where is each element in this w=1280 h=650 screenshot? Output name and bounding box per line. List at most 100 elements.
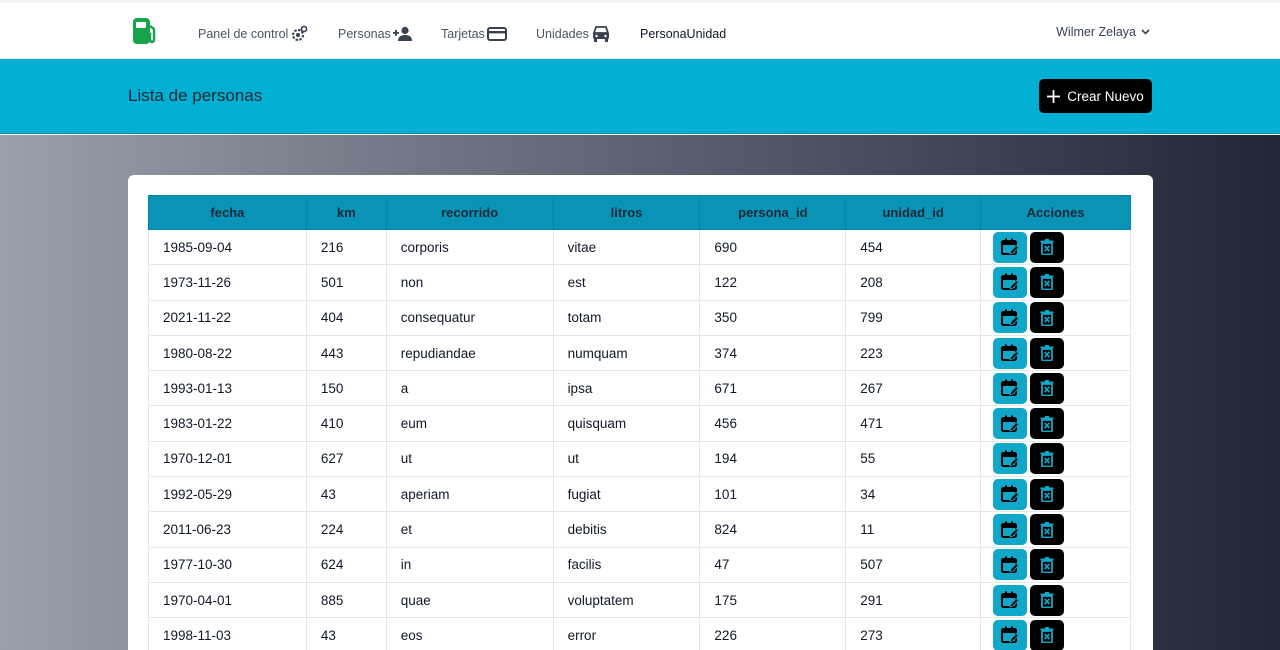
delete-button[interactable] <box>1030 408 1065 440</box>
column-header-km[interactable]: km <box>305 195 387 230</box>
delete-button[interactable] <box>1030 584 1065 616</box>
credit-card-icon <box>486 27 507 41</box>
edit-button[interactable] <box>993 408 1028 440</box>
edit-button[interactable] <box>993 584 1028 616</box>
cell-acciones <box>980 299 1131 336</box>
delete-button[interactable] <box>1030 337 1065 369</box>
cell-persona-id: 456 <box>699 405 847 442</box>
delete-button[interactable] <box>1030 478 1065 510</box>
cell-persona-id: 374 <box>699 334 847 372</box>
edit-button[interactable] <box>993 302 1028 334</box>
cell-acciones <box>980 617 1131 650</box>
edit-button[interactable] <box>993 443 1028 475</box>
table-header-row: fecha km recorrido litros persona_id uni… <box>148 195 1131 230</box>
cell-persona-id: 47 <box>699 546 847 583</box>
column-header-persona-id[interactable]: persona_id <box>699 195 847 230</box>
nav-item-tarjetas[interactable]: Tarjetas <box>441 23 507 45</box>
cell-persona-id: 690 <box>699 228 847 266</box>
cell-litros: ut <box>552 440 701 478</box>
cell-unidad-id: 208 <box>845 264 982 301</box>
cell-recorrido: quae <box>385 581 554 619</box>
cell-persona-id: 101 <box>699 476 847 513</box>
cell-recorrido: eos <box>385 617 554 650</box>
cell-unidad-id: 34 <box>845 476 982 513</box>
table-row: 1970-04-01 885 quae voluptatem 175 291 <box>148 581 1131 619</box>
delete-button[interactable] <box>1030 514 1065 546</box>
nav-item-personas[interactable]: Personas <box>338 23 413 45</box>
cell-litros: debitis <box>552 511 701 548</box>
nav-item-unidades[interactable]: Unidades <box>536 23 611 45</box>
cell-recorrido: corporis <box>385 228 554 266</box>
column-header-fecha[interactable]: fecha <box>148 195 307 230</box>
trash-icon <box>1040 345 1054 362</box>
cell-acciones <box>980 405 1131 442</box>
edit-button[interactable] <box>993 372 1028 404</box>
cell-km: 443 <box>305 334 387 372</box>
cell-km: 501 <box>305 264 387 301</box>
cell-fecha: 1977-10-30 <box>148 546 307 583</box>
cell-persona-id: 194 <box>699 440 847 478</box>
column-header-litros[interactable]: litros <box>552 195 701 230</box>
calendar-edit-icon <box>1001 521 1020 539</box>
trash-icon <box>1040 309 1054 326</box>
delete-button[interactable] <box>1030 619 1065 650</box>
cell-litros: quisquam <box>552 405 701 442</box>
edit-button[interactable] <box>993 549 1028 581</box>
cell-fecha: 1993-01-13 <box>148 370 307 407</box>
table-row: 2011-06-23 224 et debitis 824 11 <box>148 511 1131 548</box>
table-row: 1973-11-26 501 non est 122 208 <box>148 264 1131 301</box>
person-add-icon <box>392 26 412 41</box>
cell-km: 627 <box>305 440 387 478</box>
cell-litros: facilis <box>552 546 701 583</box>
cell-litros: vitae <box>552 228 701 266</box>
calendar-edit-icon <box>1001 309 1020 327</box>
cell-fecha: 1970-12-01 <box>148 440 307 478</box>
delete-button[interactable] <box>1030 302 1065 334</box>
edit-button[interactable] <box>993 478 1028 510</box>
cell-unidad-id: 267 <box>845 370 982 407</box>
column-header-unidad-id[interactable]: unidad_id <box>845 195 982 230</box>
cell-km: 885 <box>305 581 387 619</box>
table-row: 1985-09-04 216 corporis vitae 690 454 <box>148 228 1131 266</box>
table-row: 1992-05-29 43 aperiam fugiat 101 34 <box>148 476 1131 513</box>
cell-recorrido: eum <box>385 405 554 442</box>
delete-button[interactable] <box>1030 266 1065 298</box>
cell-km: 216 <box>305 228 387 266</box>
cell-unidad-id: 11 <box>845 511 982 548</box>
edit-button[interactable] <box>993 619 1028 650</box>
cell-unidad-id: 507 <box>845 546 982 583</box>
fuel-pump-logo-icon[interactable] <box>132 17 158 45</box>
trash-icon <box>1040 415 1054 432</box>
cell-fecha: 1998-11-03 <box>148 617 307 650</box>
nav-label: PersonaUnidad <box>640 27 727 41</box>
trash-icon <box>1040 521 1054 538</box>
nav-item-panel-de-control[interactable]: Panel de control <box>198 23 308 45</box>
delete-button[interactable] <box>1030 231 1065 263</box>
edit-button[interactable] <box>993 337 1028 369</box>
cell-recorrido: ut <box>385 440 554 478</box>
cell-litros: error <box>552 617 701 650</box>
delete-button[interactable] <box>1030 443 1065 475</box>
delete-button[interactable] <box>1030 372 1065 404</box>
nav-item-personaunidad[interactable]: PersonaUnidad <box>640 23 726 45</box>
cell-unidad-id: 55 <box>845 440 982 478</box>
trash-icon <box>1040 380 1054 397</box>
edit-button[interactable] <box>993 514 1028 546</box>
delete-button[interactable] <box>1030 549 1065 581</box>
create-new-button[interactable]: Crear Nuevo <box>1039 79 1152 113</box>
cell-recorrido: aperiam <box>385 476 554 513</box>
trash-icon <box>1040 592 1054 609</box>
records-table: fecha km recorrido litros persona_id uni… <box>148 195 1131 650</box>
cell-unidad-id: 454 <box>845 228 982 266</box>
user-menu[interactable]: Wilmer Zelaya <box>1056 25 1150 39</box>
trash-icon <box>1040 274 1054 291</box>
cell-km: 410 <box>305 405 387 442</box>
cell-acciones <box>980 228 1131 266</box>
edit-button[interactable] <box>993 231 1028 263</box>
calendar-edit-icon <box>1001 273 1020 291</box>
column-header-recorrido[interactable]: recorrido <box>385 195 554 230</box>
trash-icon <box>1040 556 1054 573</box>
calendar-edit-icon <box>1001 485 1020 503</box>
gear-icon <box>292 25 308 41</box>
edit-button[interactable] <box>993 266 1028 298</box>
